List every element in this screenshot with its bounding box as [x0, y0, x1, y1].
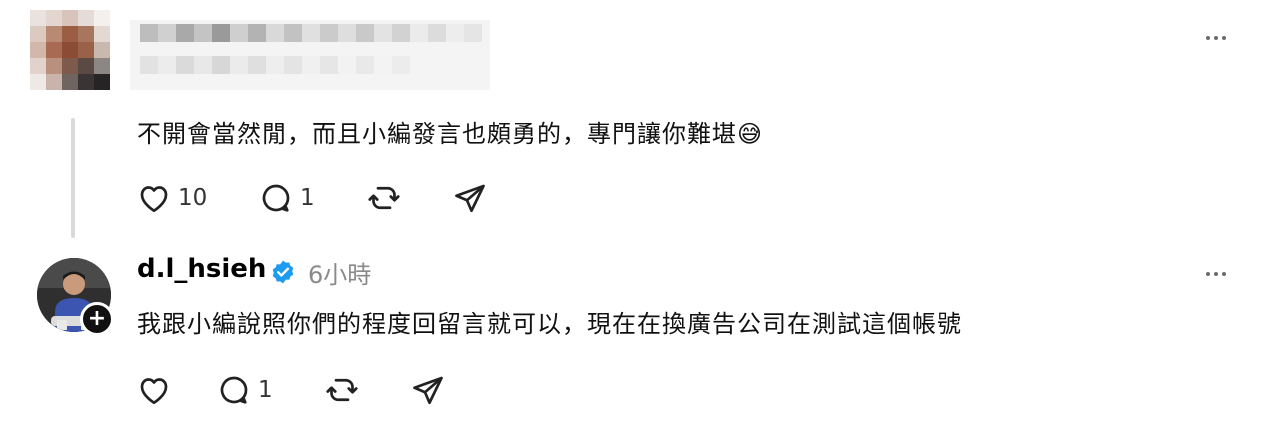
follow-plus-icon[interactable]: + — [80, 302, 114, 336]
action-bar: 1 — [136, 370, 450, 410]
comment-button[interactable]: 1 — [216, 370, 324, 410]
reply-post-2: + d.l_hsieh 6小時 我跟小編說照你們的程度回留言就可以，現在在換廣告… — [0, 240, 1280, 432]
reply-count: 1 — [258, 377, 273, 403]
share-icon — [455, 184, 485, 213]
post-text: 不開會當然閒，而且小編發言也頗勇的，專門讓你難堪😅 — [137, 120, 764, 148]
thread-connector-line — [71, 118, 75, 238]
heart-icon — [140, 186, 168, 213]
pixelated-avatar[interactable] — [30, 10, 110, 90]
share-button[interactable] — [452, 178, 492, 218]
pixelated-username — [130, 20, 490, 90]
share-icon — [413, 376, 443, 405]
action-bar: 10 1 — [136, 178, 492, 218]
username[interactable]: d.l_hsieh — [137, 254, 266, 284]
like-button[interactable]: 10 — [136, 178, 216, 218]
like-button[interactable] — [136, 370, 216, 410]
repost-button[interactable] — [366, 178, 452, 218]
share-button[interactable] — [410, 370, 450, 410]
comment-icon — [220, 376, 248, 404]
repost-icon — [368, 186, 400, 210]
comment-button[interactable]: 1 — [258, 178, 366, 218]
like-count: 10 — [178, 185, 208, 211]
more-options-icon[interactable] — [1198, 28, 1234, 48]
comment-icon — [262, 184, 290, 212]
post-text: 我跟小編說照你們的程度回留言就可以，現在在換廣告公司在測試這個帳號 — [137, 310, 962, 338]
post-time[interactable]: 6小時 — [308, 255, 371, 290]
heart-icon — [140, 378, 168, 405]
repost-icon — [326, 378, 358, 402]
repost-button[interactable] — [324, 370, 410, 410]
more-options-icon[interactable] — [1198, 264, 1234, 284]
verified-icon — [272, 260, 294, 284]
reply-count: 1 — [300, 185, 315, 211]
reply-post-1: 不開會當然閒，而且小編發言也頗勇的，專門讓你難堪😅 10 1 — [0, 0, 1280, 240]
